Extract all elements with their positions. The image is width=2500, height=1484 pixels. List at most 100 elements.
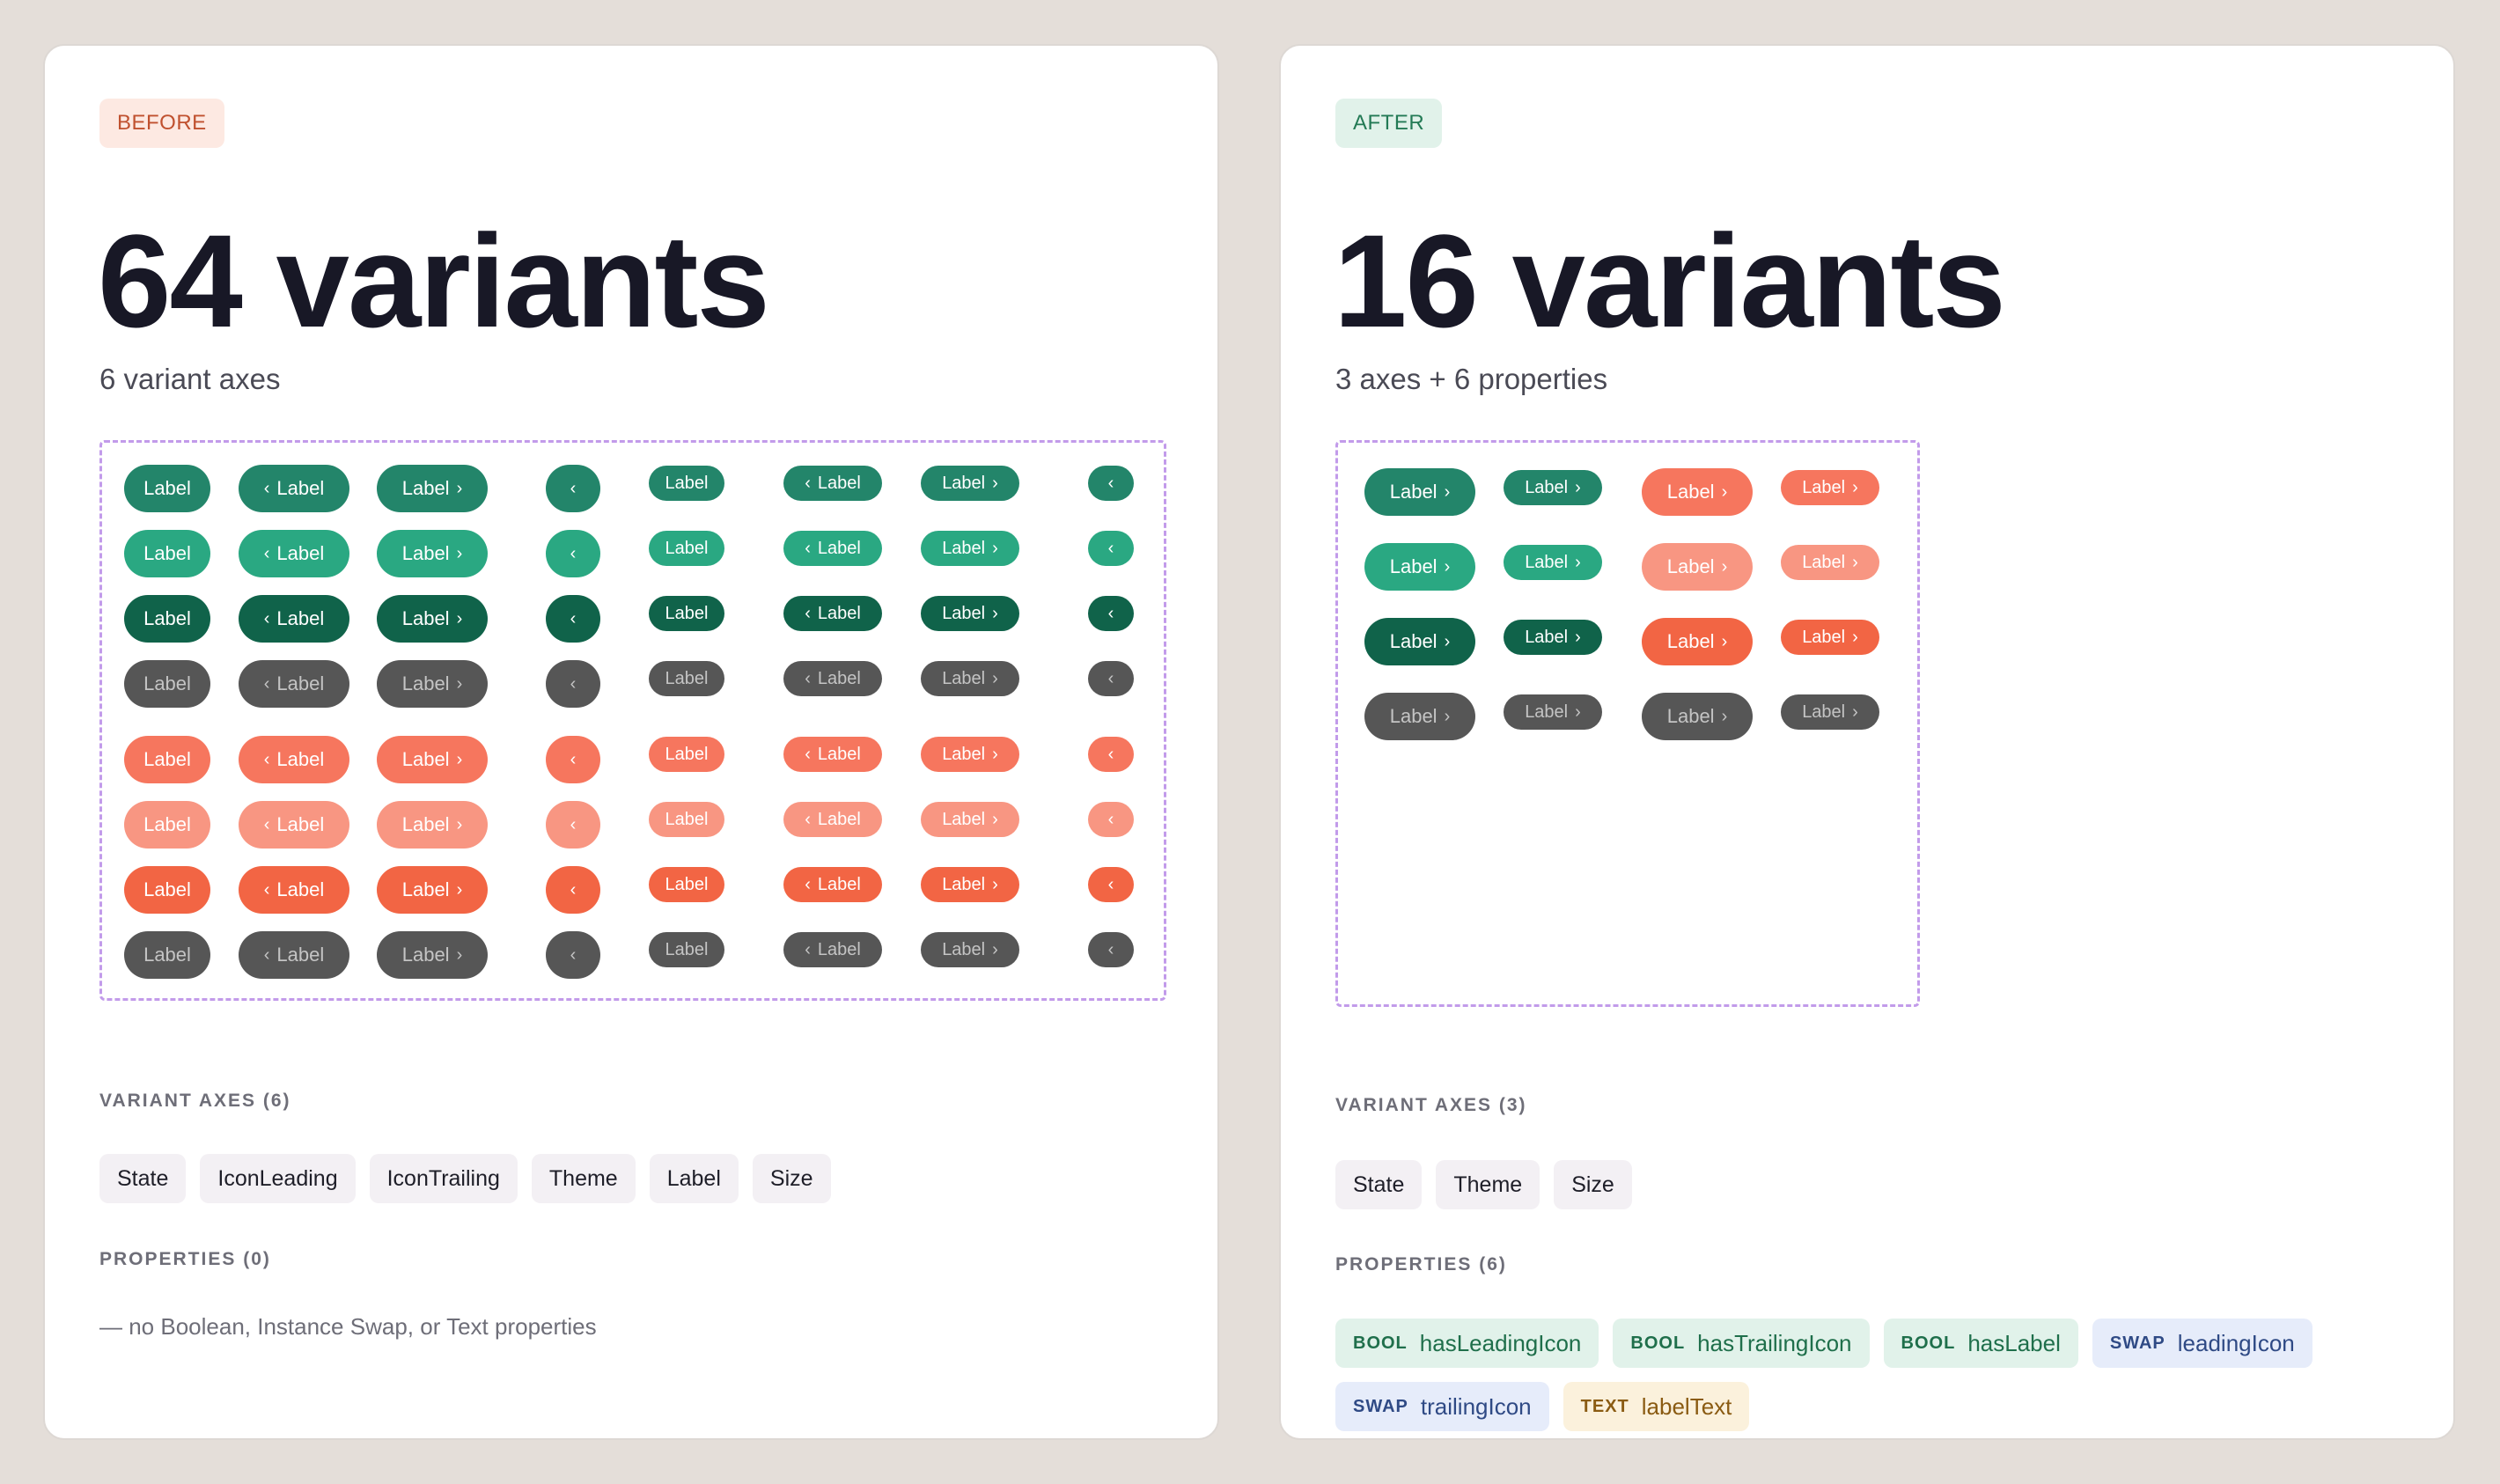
variant-button-coral-default-sm-trailing-icon[interactable]: Label › — [921, 737, 1019, 772]
variant-button-green-default-md-leading-icon[interactable]: ‹ Label — [239, 465, 349, 512]
variant-button-green-hover-sm[interactable]: Label › — [1504, 545, 1602, 580]
variant-button-coral-default-md-icon-only[interactable]: ‹ — [546, 736, 600, 783]
variant-button-green-default-sm-leading-icon[interactable]: ‹ Label — [783, 466, 882, 501]
variant-button-coral-pressed-sm-leading-icon[interactable]: ‹ Label — [783, 867, 882, 902]
button-label: Label — [1389, 630, 1438, 652]
variant-button-green-pressed-md-leading-icon[interactable]: ‹ Label — [239, 595, 349, 643]
button-label: Label — [1525, 627, 1569, 647]
variant-button-coral-pressed-md-label-only[interactable]: Label — [124, 866, 210, 914]
variant-button-green-pressed-md-label-only[interactable]: Label — [124, 595, 210, 643]
variant-button-coral-pressed-sm[interactable]: Label › — [1781, 620, 1879, 655]
variant-button-coral-hover-md-leading-icon[interactable]: ‹ Label — [239, 801, 349, 849]
variant-button-green-pressed-sm-icon-only[interactable]: ‹ — [1088, 596, 1134, 631]
variant-button-green-hover-sm-icon-only[interactable]: ‹ — [1088, 531, 1134, 566]
variant-button-green-pressed-sm-label-only[interactable]: Label — [649, 596, 724, 631]
variant-button-coral-default-sm[interactable]: Label › — [1781, 470, 1879, 505]
variant-button-green-default-sm-trailing-icon[interactable]: Label › — [921, 466, 1019, 501]
variant-button-coral-hover-md-icon-only[interactable]: ‹ — [546, 801, 600, 849]
variant-button-coral-pressed-md-trailing-icon[interactable]: Label › — [377, 866, 488, 914]
variant-button-green-pressed-md-icon-only[interactable]: ‹ — [546, 595, 600, 643]
variant-button-green-disabled-sm-trailing-icon[interactable]: Label › — [921, 661, 1019, 696]
variant-button-green-default-sm-icon-only[interactable]: ‹ — [1088, 466, 1134, 501]
variant-button-coral-hover-sm-icon-only[interactable]: ‹ — [1088, 802, 1134, 837]
button-label: Label — [817, 668, 861, 688]
variant-button-green-hover-md[interactable]: Label › — [1364, 543, 1475, 591]
variant-button-green-pressed-sm-trailing-icon[interactable]: Label › — [921, 596, 1019, 631]
variant-button-green-hover-md-trailing-icon[interactable]: Label › — [377, 530, 488, 577]
variant-button-green-default-sm-label-only[interactable]: Label — [649, 466, 724, 501]
chevron-left-icon: ‹ — [263, 880, 270, 900]
variant-button-coral-hover-sm-leading-icon[interactable]: ‹ Label — [783, 802, 882, 837]
variant-button-coral-disabled-md-leading-icon[interactable]: ‹ Label — [239, 931, 349, 979]
chevron-right-icon: › — [1444, 707, 1451, 726]
variant-button-coral-pressed-md[interactable]: Label › — [1642, 618, 1753, 665]
variant-button-green-disabled-sm-label-only[interactable]: Label — [649, 661, 724, 696]
variant-button-coral-hover-sm-label-only[interactable]: Label — [649, 802, 724, 837]
variant-button-coral-pressed-sm-icon-only[interactable]: ‹ — [1088, 867, 1134, 902]
after-card: AFTER 16 variants 3 axes + 6 properties … — [1279, 44, 2455, 1440]
button-label: Label — [817, 538, 861, 558]
variant-button-coral-disabled-md-icon-only[interactable]: ‹ — [546, 931, 600, 979]
variant-button-green-hover-sm-label-only[interactable]: Label — [649, 531, 724, 566]
variant-button-green-hover-md-label-only[interactable]: Label — [124, 530, 210, 577]
variant-button-coral-disabled-sm-leading-icon[interactable]: ‹ Label — [783, 932, 882, 967]
variant-button-green-hover-md-leading-icon[interactable]: ‹ Label — [239, 530, 349, 577]
variant-button-coral-disabled-sm-label-only[interactable]: Label — [649, 932, 724, 967]
variant-button-coral-disabled-sm-icon-only[interactable]: ‹ — [1088, 932, 1134, 967]
axis-chip-theme: Theme — [531, 1154, 636, 1203]
variant-button-green-default-md-trailing-icon[interactable]: Label › — [377, 465, 488, 512]
button-label: Label — [143, 748, 191, 770]
variant-button-green-disabled-sm-leading-icon[interactable]: ‹ Label — [783, 661, 882, 696]
variant-button-green-pressed-md[interactable]: Label › — [1364, 618, 1475, 665]
chevron-right-icon: › — [456, 945, 463, 965]
variant-button-green-pressed-sm-leading-icon[interactable]: ‹ Label — [783, 596, 882, 631]
variant-button-green-disabled-md-trailing-icon[interactable]: Label › — [377, 660, 488, 708]
variant-button-coral-default-sm-label-only[interactable]: Label — [649, 737, 724, 772]
variant-button-coral-default-md-leading-icon[interactable]: ‹ Label — [239, 736, 349, 783]
variant-button-coral-default-md-trailing-icon[interactable]: Label › — [377, 736, 488, 783]
variant-button-coral-pressed-sm-label-only[interactable]: Label — [649, 867, 724, 902]
chevron-right-icon: › — [992, 810, 998, 829]
variant-button-green-disabled-sm[interactable]: Label › — [1504, 694, 1602, 730]
variant-button-coral-default-md[interactable]: Label › — [1642, 468, 1753, 516]
variant-button-green-pressed-sm[interactable]: Label › — [1504, 620, 1602, 655]
variant-button-coral-hover-md[interactable]: Label › — [1642, 543, 1753, 591]
variant-button-green-hover-sm-trailing-icon[interactable]: Label › — [921, 531, 1019, 566]
variant-button-coral-hover-sm-trailing-icon[interactable]: Label › — [921, 802, 1019, 837]
property-name: labelText — [1641, 1392, 1732, 1420]
variant-button-green-pressed-md-trailing-icon[interactable]: Label › — [377, 595, 488, 643]
variant-button-coral-disabled-md-label-only[interactable]: Label — [124, 931, 210, 979]
variant-button-green-default-md-icon-only[interactable]: ‹ — [546, 465, 600, 512]
variant-button-coral-disabled-sm[interactable]: Label › — [1781, 694, 1879, 730]
variant-button-green-disabled-md-icon-only[interactable]: ‹ — [546, 660, 600, 708]
button-label: Label — [665, 538, 709, 558]
chevron-left-icon: ‹ — [570, 880, 577, 900]
variant-button-coral-pressed-sm-trailing-icon[interactable]: Label › — [921, 867, 1019, 902]
variant-button-coral-default-sm-icon-only[interactable]: ‹ — [1088, 737, 1134, 772]
variant-button-green-default-md[interactable]: Label › — [1364, 468, 1475, 516]
variant-button-green-default-md-label-only[interactable]: Label — [124, 465, 210, 512]
variant-button-coral-disabled-md[interactable]: Label › — [1642, 693, 1753, 740]
button-label: Label — [143, 542, 191, 564]
button-label: Label — [942, 538, 986, 558]
variant-button-coral-hover-sm[interactable]: Label › — [1781, 545, 1879, 580]
variant-button-green-disabled-md-leading-icon[interactable]: ‹ Label — [239, 660, 349, 708]
variant-button-coral-default-md-label-only[interactable]: Label — [124, 736, 210, 783]
variant-button-green-default-sm[interactable]: Label › — [1504, 470, 1602, 505]
variant-button-green-hover-md-icon-only[interactable]: ‹ — [546, 530, 600, 577]
variant-button-coral-default-sm-leading-icon[interactable]: ‹ Label — [783, 737, 882, 772]
axis-chip-icontrailing: IconTrailing — [369, 1154, 518, 1203]
variant-button-green-disabled-md-label-only[interactable]: Label — [124, 660, 210, 708]
variant-button-coral-disabled-sm-trailing-icon[interactable]: Label › — [921, 932, 1019, 967]
variant-button-coral-hover-md-trailing-icon[interactable]: Label › — [377, 801, 488, 849]
variant-button-green-disabled-md[interactable]: Label › — [1364, 693, 1475, 740]
after-tag: AFTER — [1335, 99, 1443, 148]
variant-button-coral-pressed-md-leading-icon[interactable]: ‹ Label — [239, 866, 349, 914]
button-label: Label — [942, 603, 986, 623]
variant-button-green-hover-sm-leading-icon[interactable]: ‹ Label — [783, 531, 882, 566]
before-title: 64 variants — [98, 207, 770, 355]
variant-button-coral-disabled-md-trailing-icon[interactable]: Label › — [377, 931, 488, 979]
variant-button-coral-pressed-md-icon-only[interactable]: ‹ — [546, 866, 600, 914]
variant-button-coral-hover-md-label-only[interactable]: Label — [124, 801, 210, 849]
variant-button-green-disabled-sm-icon-only[interactable]: ‹ — [1088, 661, 1134, 696]
